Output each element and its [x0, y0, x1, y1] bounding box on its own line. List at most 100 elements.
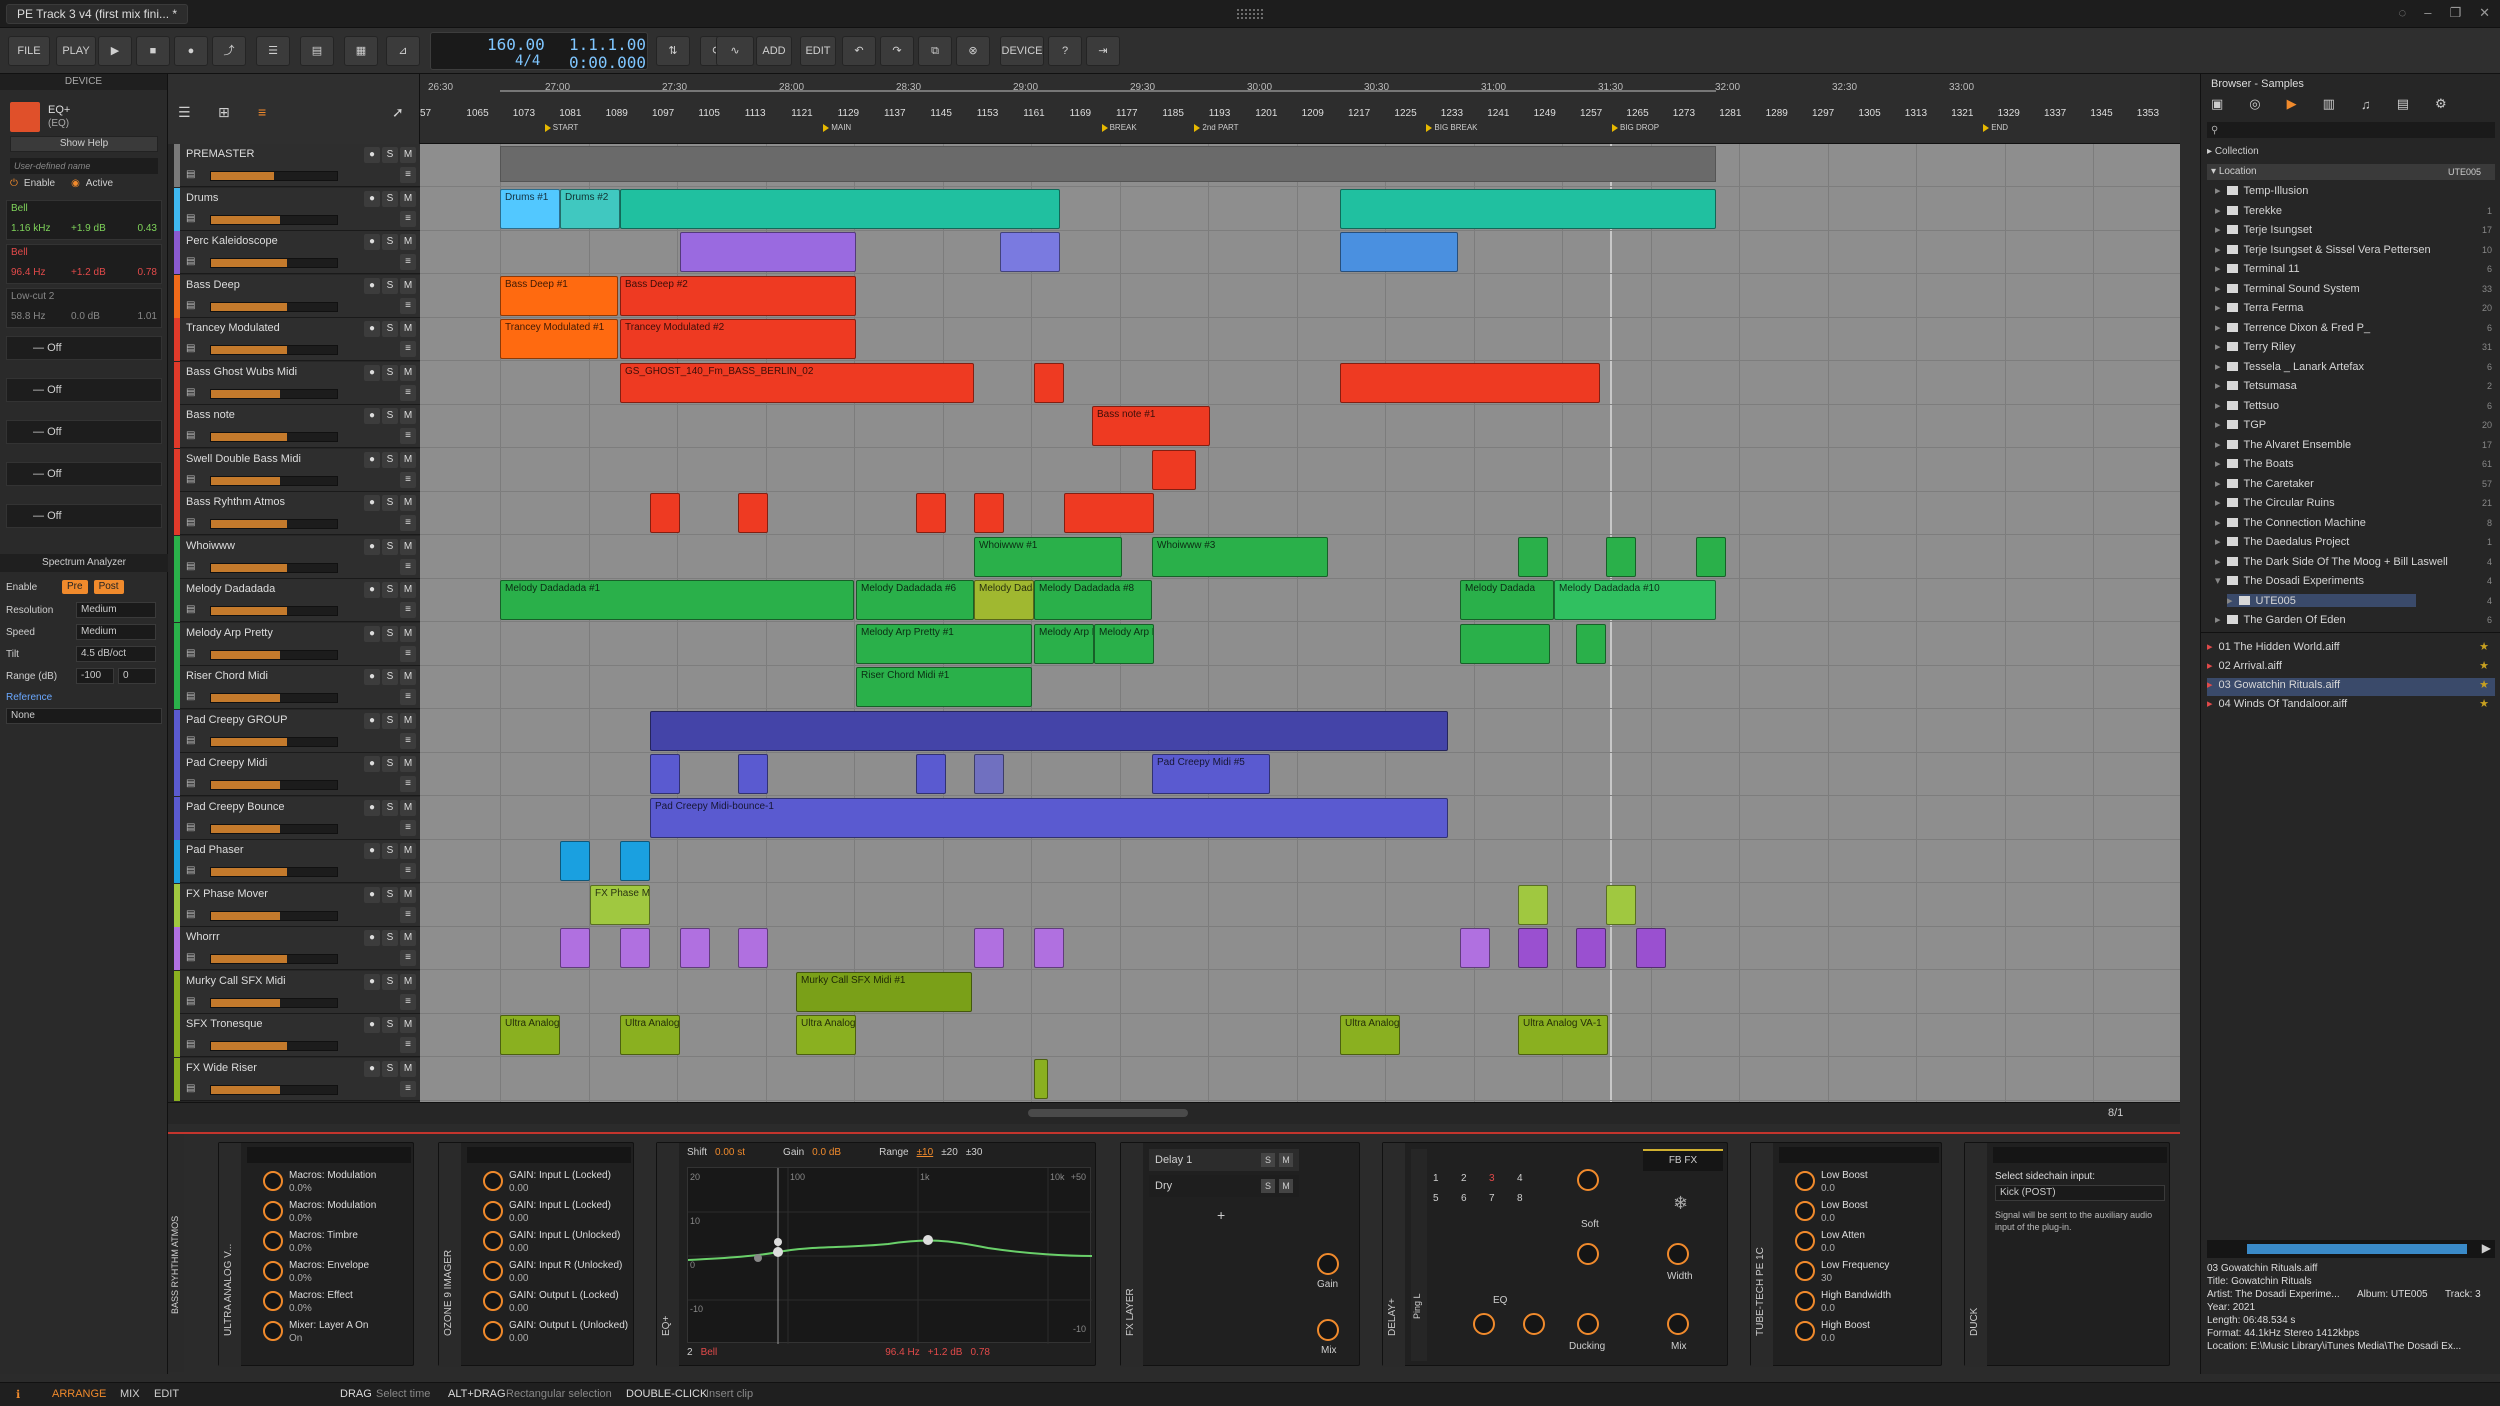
- track-volume-bar[interactable]: [210, 736, 338, 747]
- clip[interactable]: [1034, 362, 1064, 403]
- folder-item[interactable]: ▸ Terry Riley: [2215, 340, 2295, 353]
- track-lane[interactable]: [420, 971, 2180, 1014]
- track-menu-button[interactable]: ≡: [400, 384, 416, 401]
- beat-division-button[interactable]: 2: [1461, 1173, 1467, 1184]
- folder-item[interactable]: ▾ The Dosadi Experiments: [2215, 574, 2364, 587]
- param-knob[interactable]: [263, 1291, 283, 1311]
- solo-button[interactable]: S: [382, 451, 398, 468]
- favorite-star-icon[interactable]: ★: [2479, 640, 2489, 653]
- solo-button[interactable]: S: [382, 973, 398, 990]
- active-icon[interactable]: ◉: [71, 178, 80, 189]
- track-menu-button[interactable]: ≡: [400, 776, 416, 792]
- user-name-field[interactable]: User-defined name: [10, 158, 158, 174]
- param-knob[interactable]: [1795, 1321, 1815, 1341]
- macro-param[interactable]: Low Boost 0.0: [1795, 1169, 1943, 1197]
- track-lane[interactable]: [420, 492, 2180, 535]
- expand-arrow-icon[interactable]: ▸: [2215, 205, 2221, 217]
- expand-arrow-icon[interactable]: ▸: [2215, 497, 2221, 509]
- expand-arrow-icon[interactable]: ▸: [2215, 244, 2221, 256]
- mute-button[interactable]: M: [400, 538, 416, 555]
- signature-display[interactable]: 4/4: [515, 53, 540, 69]
- eq-shift-value[interactable]: 0.00 st: [715, 1147, 745, 1158]
- ping-label[interactable]: Ping L: [1412, 1259, 1422, 1319]
- track-name[interactable]: SFX Tronesque: [186, 1018, 262, 1030]
- sample-file-item[interactable]: ▸ 03 Gowatchin Rituals.aiff ★: [2207, 678, 2495, 696]
- horizontal-scrollbar[interactable]: [1028, 1109, 1188, 1117]
- clip[interactable]: [1034, 928, 1064, 968]
- track-header[interactable]: Bass Ghost Wubs Midi ▤ ● S M ≡: [174, 361, 420, 405]
- clip[interactable]: [650, 493, 680, 533]
- clip[interactable]: Trancey Modulated #2: [620, 319, 856, 359]
- zoom-level[interactable]: 8/1: [2108, 1107, 2123, 1119]
- clip[interactable]: [1606, 884, 1636, 925]
- preview-play-icon[interactable]: ▶: [2482, 1241, 2491, 1255]
- speed-select[interactable]: Medium: [76, 624, 156, 640]
- param-knob[interactable]: [1795, 1291, 1815, 1311]
- help-button[interactable]: ?: [1048, 36, 1082, 66]
- track-menu-button[interactable]: ≡: [400, 732, 416, 749]
- macro-param[interactable]: GAIN: Input L (Locked) 0.00: [483, 1199, 631, 1227]
- macro-param[interactable]: Macros: Modulation 0.0%: [263, 1169, 411, 1197]
- param-knob[interactable]: [483, 1201, 503, 1221]
- power-icon[interactable]: ⏻: [10, 178, 18, 189]
- clip[interactable]: [1518, 884, 1548, 925]
- track-name[interactable]: PREMASTER: [186, 148, 254, 160]
- track-volume-bar[interactable]: [210, 1041, 338, 1051]
- close-icon[interactable]: ✕: [2479, 5, 2490, 21]
- folder-item[interactable]: ▸ UTE005: [2227, 593, 2416, 607]
- track-options-icon[interactable]: ☰: [178, 104, 191, 121]
- undo-button[interactable]: ↶: [842, 36, 876, 66]
- expand-arrow-icon[interactable]: ▸: [2215, 283, 2221, 295]
- edit-view-tab[interactable]: EDIT: [154, 1388, 179, 1400]
- track-header[interactable]: SFX Tronesque ▤ ● S M ≡: [174, 1014, 420, 1057]
- cue-marker[interactable]: 2nd PART: [1194, 123, 1239, 132]
- clip[interactable]: [1576, 623, 1606, 664]
- mute-button[interactable]: M: [400, 930, 416, 946]
- clip[interactable]: Melody Dadada: [974, 580, 1034, 620]
- solo-button[interactable]: S: [382, 756, 398, 772]
- clip[interactable]: [1460, 623, 1550, 664]
- mute-button[interactable]: M: [400, 886, 416, 903]
- mute-button[interactable]: M: [400, 147, 416, 163]
- expand-arrow-icon[interactable]: ▸: [2215, 536, 2221, 548]
- beat-division-button[interactable]: 7: [1489, 1193, 1495, 1204]
- expand-arrow-icon[interactable]: ▾: [2215, 575, 2221, 587]
- track-menu-button[interactable]: ≡: [400, 254, 416, 270]
- mute-button[interactable]: M: [400, 625, 416, 642]
- track-name[interactable]: Swell Double Bass Midi: [186, 453, 301, 465]
- record-arm-button[interactable]: ●: [364, 495, 380, 511]
- track-header[interactable]: FX Phase Mover ▤ ● S M ≡: [174, 883, 420, 927]
- track-header[interactable]: Pad Phaser ▤ ● S M ≡: [174, 840, 420, 883]
- clip[interactable]: Ultra Analog VA-1: [1518, 1015, 1608, 1055]
- reference-select[interactable]: None: [6, 708, 162, 724]
- clip[interactable]: Melody Dadadada #10: [1554, 580, 1716, 620]
- width-knob[interactable]: [1667, 1243, 1689, 1265]
- collection-row[interactable]: ▸ Collection: [2207, 146, 2495, 160]
- folder-item[interactable]: ▸ The Garden Of Eden: [2215, 613, 2346, 626]
- cue-marker[interactable]: START: [544, 123, 578, 132]
- clip[interactable]: [1606, 536, 1636, 577]
- solo-button[interactable]: S: [382, 277, 398, 294]
- eq-band-slot[interactable]: Bell 96.4 Hz +1.2 dB 0.78: [6, 244, 162, 284]
- sample-file-item[interactable]: ▸ 04 Winds Of Tandaloor.aiff ★: [2207, 697, 2495, 715]
- track-volume-bar[interactable]: [210, 388, 338, 399]
- browser-search-input[interactable]: ⚲: [2207, 122, 2495, 138]
- grid-icon[interactable]: ⊞: [218, 104, 230, 121]
- macro-param[interactable]: Low Atten 0.0: [1795, 1229, 1943, 1257]
- record-arm-button[interactable]: ●: [364, 147, 380, 163]
- drag-grip-icon[interactable]: [1236, 8, 1264, 20]
- timeline-ruler[interactable]: 26:30 27:00 27:30 28:00 28:30 29:00 29:30 30:00…: [420, 74, 2180, 144]
- clip[interactable]: [680, 232, 856, 272]
- param-knob[interactable]: [263, 1231, 283, 1251]
- macro-param[interactable]: GAIN: Output L (Locked) 0.00: [483, 1289, 631, 1317]
- solo-button[interactable]: S: [382, 495, 398, 511]
- track-header[interactable]: PREMASTER ▤ ● S M ≡: [174, 144, 420, 187]
- track-header[interactable]: Bass Ryhthm Atmos ▤ ● S M ≡: [174, 492, 420, 535]
- record-arm-button[interactable]: ●: [364, 190, 380, 207]
- clip[interactable]: Riser Chord Midi #1: [856, 667, 1032, 707]
- track-header[interactable]: Pad Creepy Bounce ▤ ● S M ≡: [174, 796, 420, 840]
- track-volume-bar[interactable]: [210, 258, 338, 268]
- mute-button[interactable]: M: [400, 364, 416, 381]
- clip[interactable]: Bass Deep #2: [620, 275, 856, 316]
- range-low-field[interactable]: -100: [76, 668, 114, 684]
